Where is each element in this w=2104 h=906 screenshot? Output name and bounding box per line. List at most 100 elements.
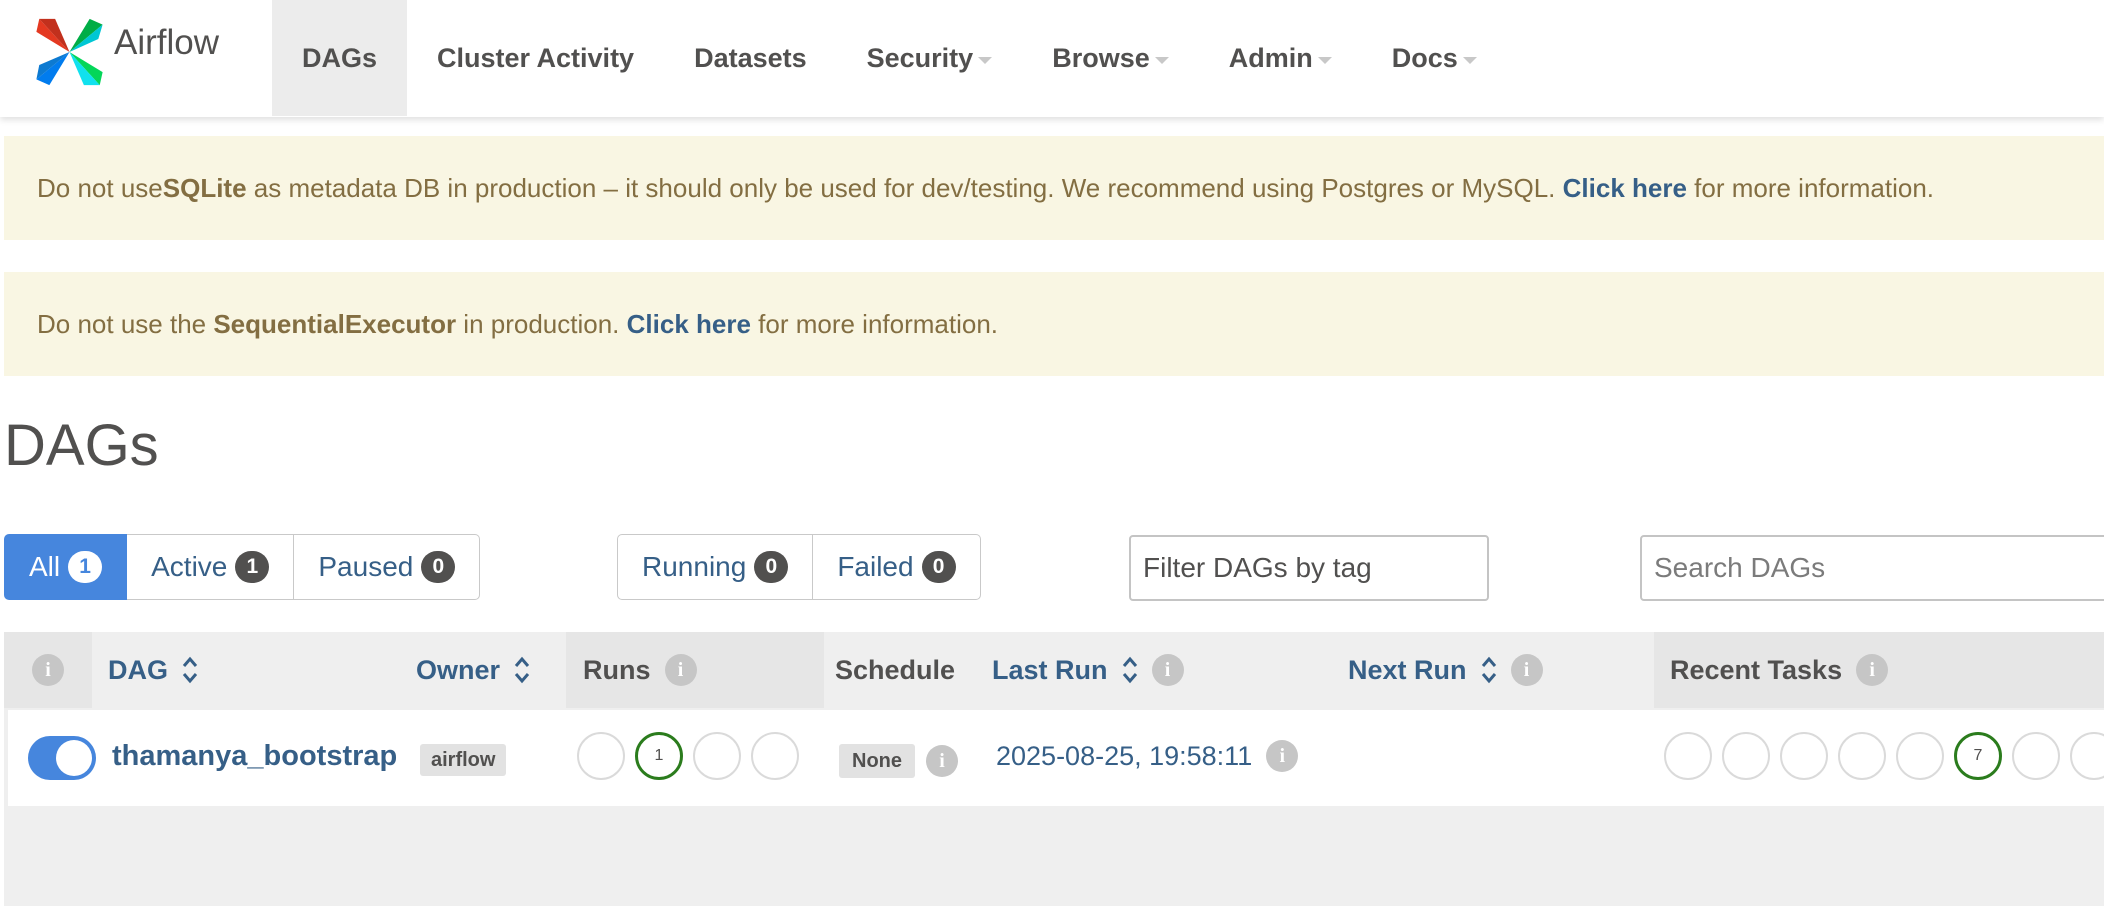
info-icon[interactable]: i <box>664 654 697 686</box>
task-state-circle[interactable] <box>1838 732 1886 780</box>
filter-all-count-badge: 1 <box>68 551 103 583</box>
executor-warning-alert: Do not use the SequentialExecutor in pro… <box>4 272 2104 376</box>
nav-docs-dropdown[interactable]: Docs <box>1362 0 1507 116</box>
run-state-circle-success[interactable]: 1 <box>635 732 683 780</box>
alert-text: for more information. <box>1686 172 1935 203</box>
filter-paused-count-badge: 0 <box>421 551 456 583</box>
brand-name: Airflow <box>114 23 220 62</box>
status-filter-group: All 1 Active 1 Paused 0 <box>4 534 481 600</box>
run-state-circle[interactable] <box>693 732 741 780</box>
nav-cluster-activity-label: Cluster Activity <box>437 42 635 73</box>
th-next-run-label: Next Run <box>1348 654 1467 685</box>
sqlite-click-here-link[interactable]: Click here <box>1563 173 1687 204</box>
alert-text: for more information. <box>750 308 999 339</box>
info-icon[interactable]: i <box>1856 654 1889 686</box>
alert-emphasis: SequentialExecutor <box>213 308 457 339</box>
state-filter-group: Running 0 Failed 0 <box>617 534 981 600</box>
th-last-run[interactable]: Last Run i <box>992 632 1184 708</box>
alert-text: Do not use <box>37 172 163 203</box>
airflow-pinwheel-logo <box>36 18 103 86</box>
sqlite-warning-alert: Do not use SQLite as metadata DB in prod… <box>4 136 2104 240</box>
filter-failed-button[interactable]: Failed 0 <box>813 534 981 600</box>
nav-docs-label: Docs <box>1391 42 1458 73</box>
filter-active-label: Active <box>151 551 228 582</box>
nav-dags[interactable]: DAGs <box>272 0 408 116</box>
th-runs-label: Runs <box>583 654 651 685</box>
alert-text: in production. <box>456 308 627 339</box>
filter-failed-count-badge: 0 <box>921 551 956 583</box>
th-schedule: Schedule <box>835 632 955 708</box>
caret-down-icon <box>1154 56 1169 64</box>
alert-text: Do not use the <box>37 308 214 339</box>
th-next-run[interactable]: Next Run i <box>1348 632 1543 708</box>
run-state-circle[interactable] <box>577 732 625 780</box>
nav-security-dropdown[interactable]: Security <box>837 0 1023 116</box>
dag-pause-toggle[interactable] <box>28 736 96 780</box>
nav-browse-label: Browse <box>1052 42 1150 73</box>
search-dags-input[interactable] <box>1640 535 2104 601</box>
th-recent-tasks: Recent Tasks i <box>1654 632 2104 708</box>
dags-table: i DAG Owner Runs i Schedule Last Run i N… <box>4 632 2104 906</box>
filter-active-count-badge: 1 <box>235 551 270 583</box>
run-state-circle[interactable] <box>751 732 799 780</box>
th-info: i <box>4 632 92 708</box>
task-state-circle[interactable] <box>2012 732 2060 780</box>
info-icon[interactable]: i <box>1266 740 1299 772</box>
dag-id-link[interactable]: thamanya_bootstrap <box>112 740 397 773</box>
nav-admin-dropdown[interactable]: Admin <box>1199 0 1362 116</box>
nav-security-label: Security <box>866 42 974 73</box>
th-schedule-label: Schedule <box>835 654 956 685</box>
filter-active-button[interactable]: Active 1 <box>127 534 295 600</box>
task-state-circle[interactable] <box>1664 732 1712 780</box>
th-runs: Runs i <box>566 632 824 708</box>
nav-admin-label: Admin <box>1228 42 1313 73</box>
th-dag[interactable]: DAG <box>108 632 198 708</box>
sort-icon <box>1481 655 1497 685</box>
task-state-circle-success[interactable]: 7 <box>1954 732 2002 780</box>
last-run-link[interactable]: 2025-08-25, 19:58:11 <box>996 741 1252 772</box>
filter-all-button[interactable]: All 1 <box>4 534 128 600</box>
filter-all-label: All <box>29 551 61 582</box>
task-state-circle[interactable] <box>1780 732 1828 780</box>
info-icon[interactable]: i <box>32 654 64 686</box>
task-state-circle[interactable] <box>1896 732 1944 780</box>
caret-down-icon <box>1462 56 1477 64</box>
tag-filter-input[interactable] <box>1129 535 1489 601</box>
filter-failed-label: Failed <box>837 551 914 582</box>
table-header: i DAG Owner Runs i Schedule Last Run i N… <box>4 632 2104 708</box>
nav-dags-label: DAGs <box>302 42 378 73</box>
filter-paused-button[interactable]: Paused 0 <box>294 534 481 600</box>
main-nav: DAGs Cluster Activity Datasets Security … <box>272 0 1507 116</box>
info-icon[interactable]: i <box>926 745 958 777</box>
owner-tag[interactable]: airflow <box>420 744 507 776</box>
info-icon[interactable]: i <box>1151 654 1184 686</box>
sort-icon <box>182 655 198 685</box>
filter-running-count-badge: 0 <box>754 551 789 583</box>
executor-click-here-link[interactable]: Click here <box>627 309 751 340</box>
sort-icon <box>514 655 530 685</box>
filter-paused-label: Paused <box>318 551 414 582</box>
alert-text: as metadata DB in production – it should… <box>246 172 1563 203</box>
alert-emphasis: SQLite <box>162 172 247 203</box>
table-row: thamanya_bootstrap airflow 1 None i 2025… <box>8 710 2104 806</box>
caret-down-icon <box>978 56 993 64</box>
info-icon[interactable]: i <box>1510 654 1543 686</box>
page-title: DAGs <box>4 413 159 478</box>
top-navbar: Airflow DAGs Cluster Activity Datasets S… <box>0 0 2104 117</box>
filter-running-button[interactable]: Running 0 <box>617 534 814 600</box>
airflow-brand[interactable]: Airflow <box>33 16 219 88</box>
task-state-circle[interactable] <box>2070 732 2104 780</box>
nav-browse-dropdown[interactable]: Browse <box>1022 0 1199 116</box>
last-run-cell: 2025-08-25, 19:58:11 i <box>996 740 1299 772</box>
nav-cluster-activity[interactable]: Cluster Activity <box>407 0 664 116</box>
sort-icon <box>1122 655 1138 685</box>
th-recent-tasks-label: Recent Tasks <box>1670 654 1843 685</box>
schedule-tag: None <box>839 744 915 778</box>
filter-running-label: Running <box>642 551 747 582</box>
nav-datasets-label: Datasets <box>694 42 807 73</box>
th-owner[interactable]: Owner <box>416 632 530 708</box>
th-owner-label: Owner <box>416 654 501 685</box>
task-state-circle[interactable] <box>1722 732 1770 780</box>
caret-down-icon <box>1317 56 1332 64</box>
nav-datasets[interactable]: Datasets <box>664 0 837 116</box>
